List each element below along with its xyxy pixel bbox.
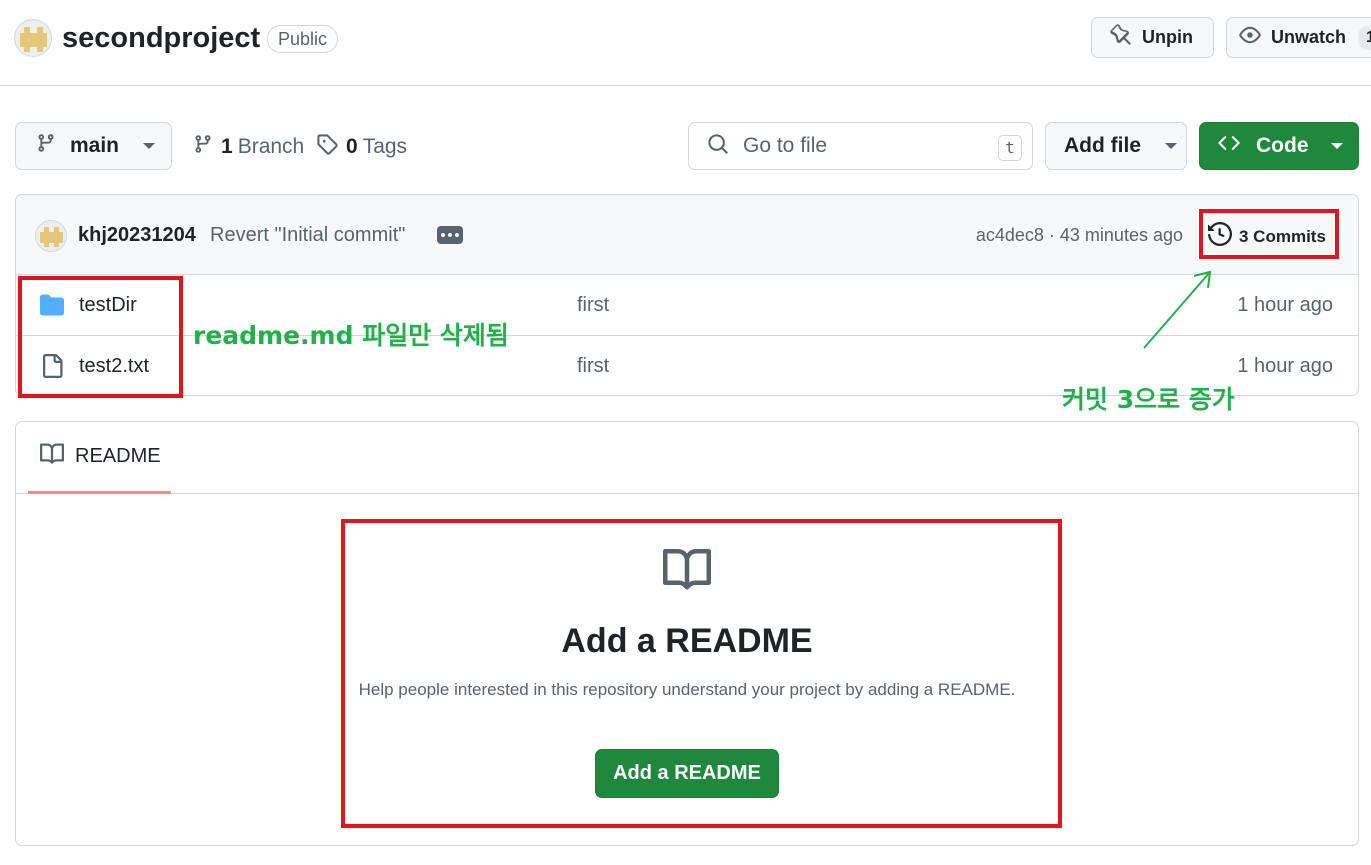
repo-header: secondproject Public Unpin Unwatch 1 <box>0 0 1371 86</box>
tags-count: 0 <box>346 135 358 158</box>
search-icon <box>707 133 729 160</box>
readme-tab-label: README <box>75 445 161 467</box>
unpin-button[interactable]: Unpin <box>1091 17 1214 58</box>
code-icon <box>1218 132 1240 160</box>
unwatch-label: Unwatch <box>1271 27 1347 47</box>
branches-link[interactable]: 1 Branch <box>193 133 304 161</box>
readme-tabbar: README <box>16 422 1358 494</box>
tags-link[interactable]: 0 Tags <box>316 133 407 161</box>
annotation-box-readme <box>341 519 1062 828</box>
latest-commit-row: khj20231204 Revert "Initial commit" ac4d… <box>16 195 1358 275</box>
expand-commit-ellipsis-icon[interactable] <box>437 226 463 244</box>
file-age: 1 hour ago <box>1237 355 1333 377</box>
chevron-down-icon <box>1165 143 1177 149</box>
commit-message[interactable]: Revert "Initial commit" <box>210 224 405 247</box>
commit-meta: ac4dec8 · 43 minutes ago <box>975 225 1183 245</box>
tag-icon <box>316 133 338 161</box>
commit-time: 43 minutes ago <box>1059 225 1183 245</box>
annotation-box-commits <box>1199 209 1339 259</box>
repo-name[interactable]: secondproject <box>62 22 260 55</box>
git-branch-icon <box>36 132 56 160</box>
add-file-button[interactable]: Add file <box>1045 122 1187 170</box>
commit-author[interactable]: khj20231204 <box>78 224 196 247</box>
go-to-file-input[interactable]: Go to file t <box>688 122 1033 170</box>
watch-count: 1 <box>1358 25 1371 50</box>
file-commit-message[interactable]: first <box>577 294 609 317</box>
owner-avatar[interactable] <box>14 19 52 57</box>
branch-name: main <box>70 134 120 157</box>
search-placeholder: Go to file <box>743 134 828 157</box>
branches-count: 1 <box>221 135 233 158</box>
branch-selector[interactable]: main <box>15 122 172 170</box>
unwatch-button[interactable]: Unwatch 1 <box>1226 17 1371 58</box>
branches-label: Branch <box>237 135 305 158</box>
add-file-label: Add file <box>1064 134 1141 157</box>
file-commit-message[interactable]: first <box>577 355 609 378</box>
keyboard-shortcut-hint: t <box>998 135 1022 161</box>
commit-hash[interactable]: ac4dec8 <box>976 225 1044 245</box>
code-button[interactable]: Code <box>1199 122 1359 170</box>
code-label: Code <box>1256 134 1309 157</box>
visibility-badge: Public <box>267 25 339 53</box>
annotation-arrow-icon <box>1140 268 1220 357</box>
unpin-label: Unpin <box>1142 27 1193 47</box>
tab-readme[interactable]: README <box>28 422 171 494</box>
annotation-box-files <box>18 276 183 398</box>
file-age: 1 hour ago <box>1237 294 1333 316</box>
git-branch-icon <box>193 133 213 161</box>
book-icon <box>40 442 75 472</box>
annotation-files-note: readme.md 파일만 삭제됨 <box>193 321 509 350</box>
chevron-down-icon <box>143 143 156 149</box>
commit-author-avatar[interactable] <box>35 220 67 252</box>
eye-icon <box>1239 24 1271 51</box>
chevron-down-icon <box>1330 143 1343 149</box>
pin-icon <box>1110 24 1142 51</box>
annotation-commits-note: 커밋 3으로 증가 <box>1062 385 1235 414</box>
tags-label: Tags <box>362 135 408 158</box>
